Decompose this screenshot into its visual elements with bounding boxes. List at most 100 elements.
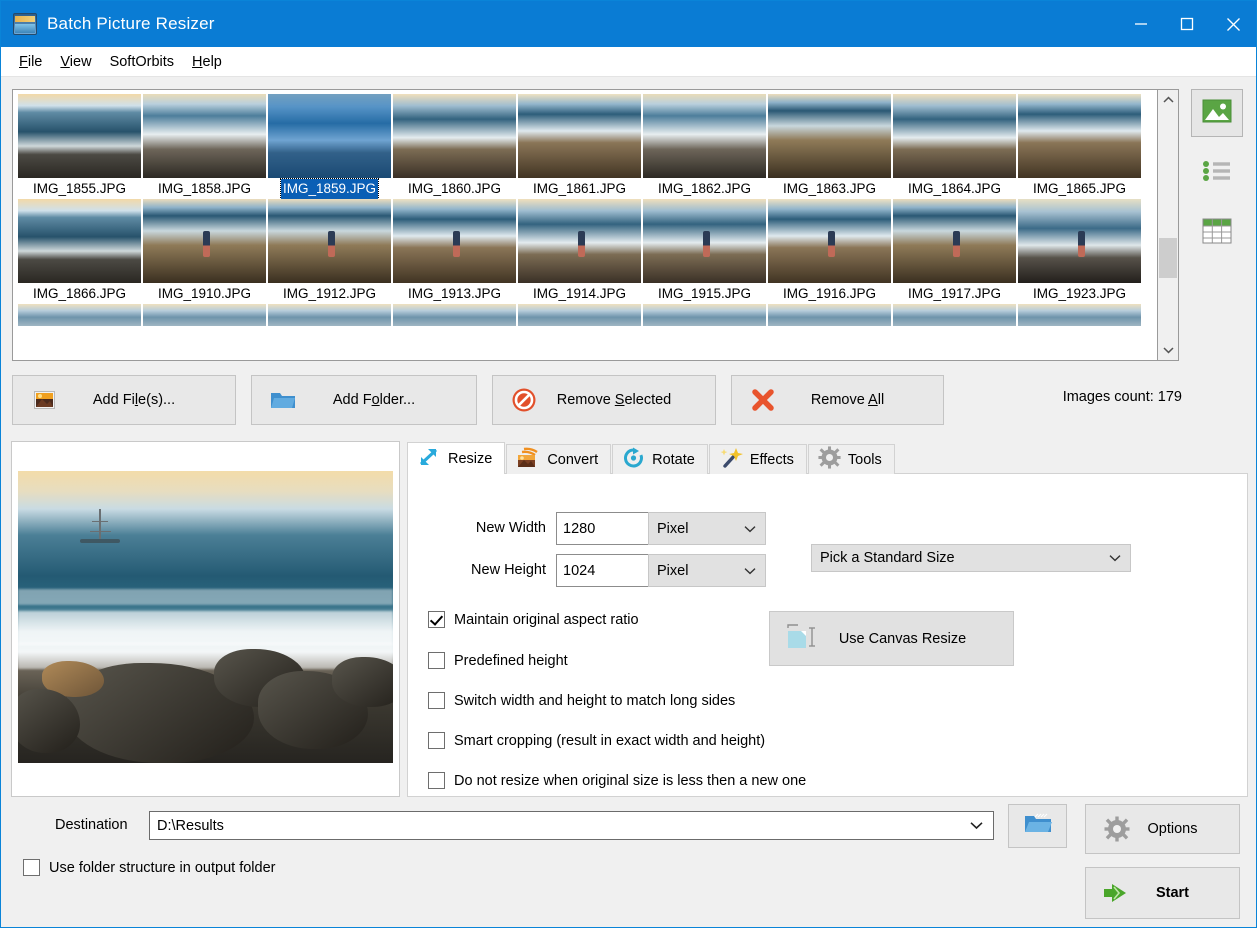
thumbnail-filename: IMG_1917.JPG: [892, 284, 1017, 304]
scroll-up-button[interactable]: [1158, 90, 1178, 110]
scroll-down-button[interactable]: [1158, 340, 1178, 360]
thumbnail-item[interactable]: [142, 304, 267, 326]
thumbnail-item[interactable]: [767, 304, 892, 326]
thumbnail-item[interactable]: [1017, 304, 1142, 326]
resize-option-checkbox[interactable]: [428, 772, 445, 789]
thumbnail-item[interactable]: IMG_1862.JPG: [642, 94, 767, 199]
resize-option-row[interactable]: Predefined height: [428, 652, 568, 669]
thumbnail-image: [1018, 94, 1141, 178]
resize-option-row[interactable]: Do not resize when original size is less…: [428, 772, 806, 789]
thumbnail-item[interactable]: IMG_1914.JPG: [517, 199, 642, 304]
thumbnail-item[interactable]: IMG_1917.JPG: [892, 199, 1017, 304]
gear-icon: [818, 446, 841, 473]
thumbnail-image: [18, 304, 141, 326]
resize-option-checkbox[interactable]: [428, 732, 445, 749]
thumbnail-item[interactable]: IMG_1923.JPG: [1017, 199, 1142, 304]
thumbnail-image: [643, 94, 766, 178]
new-width-unit-select[interactable]: Pixel: [648, 512, 766, 545]
sailboat-icon: [88, 509, 114, 543]
standard-size-select[interactable]: Pick a Standard Size: [811, 544, 1131, 572]
maximize-button[interactable]: [1164, 1, 1210, 47]
thumbnail-item[interactable]: IMG_1913.JPG: [392, 199, 517, 304]
thumbnail-panel: IMG_1855.JPGIMG_1858.JPGIMG_1859.JPGIMG_…: [12, 89, 1179, 361]
tab-resize[interactable]: Resize: [407, 442, 505, 474]
thumbnail-scrollbar[interactable]: [1157, 89, 1179, 361]
thumbnail-item[interactable]: IMG_1864.JPG: [892, 94, 1017, 199]
new-width-label: New Width: [446, 520, 546, 536]
gear-icon: [1100, 816, 1134, 842]
tab-convert[interactable]: Convert: [506, 444, 611, 474]
thumbnail-filename: IMG_1923.JPG: [1017, 284, 1142, 304]
thumbnail-image: [893, 94, 1016, 178]
thumbnail-item[interactable]: [517, 304, 642, 326]
thumbnail-item[interactable]: [642, 304, 767, 326]
new-height-input[interactable]: [556, 554, 656, 587]
thumbnail-filename: IMG_1866.JPG: [17, 284, 142, 304]
thumbnail-list[interactable]: IMG_1855.JPGIMG_1858.JPGIMG_1859.JPGIMG_…: [12, 89, 1157, 361]
view-mode-details[interactable]: [1191, 209, 1243, 257]
close-button[interactable]: [1210, 1, 1256, 47]
resize-option-checkbox[interactable]: [428, 652, 445, 669]
options-button[interactable]: Options: [1085, 804, 1240, 854]
thumbnail-item[interactable]: IMG_1863.JPG: [767, 94, 892, 199]
use-canvas-resize-button[interactable]: Use Canvas Resize: [769, 611, 1014, 666]
thumbnail-item[interactable]: IMG_1861.JPG: [517, 94, 642, 199]
remove-all-button[interactable]: Remove All: [731, 375, 944, 425]
tab-label: Rotate: [652, 452, 695, 468]
thumbnail-item[interactable]: [267, 304, 392, 326]
new-width-input[interactable]: [556, 512, 656, 545]
thumbnail-item[interactable]: IMG_1865.JPG: [1017, 94, 1142, 199]
thumbnail-item[interactable]: [892, 304, 1017, 326]
thumbnail-image: [393, 199, 516, 283]
new-height-unit-select[interactable]: Pixel: [648, 554, 766, 587]
use-folder-structure-checkbox-row[interactable]: Use folder structure in output folder: [23, 859, 275, 876]
thumbnail-filename: IMG_1916.JPG: [767, 284, 892, 304]
resize-option-row[interactable]: Maintain original aspect ratio: [428, 611, 639, 628]
menu-view[interactable]: View: [52, 51, 99, 73]
thumbnail-filename: IMG_1865.JPG: [1017, 179, 1142, 199]
view-mode-thumbnails[interactable]: [1191, 89, 1243, 137]
resize-option-row[interactable]: Smart cropping (result in exact width an…: [428, 732, 765, 749]
menu-view-label-rest: iew: [70, 54, 92, 70]
add-files-button[interactable]: Add File(s)...: [12, 375, 236, 425]
thumbnail-item[interactable]: IMG_1859.JPG: [267, 94, 392, 199]
thumbnail-image: [268, 304, 391, 326]
thumbnail-item[interactable]: IMG_1866.JPG: [17, 199, 142, 304]
thumbnail-item[interactable]: IMG_1860.JPG: [392, 94, 517, 199]
green-arrow-icon: [1100, 881, 1134, 905]
thumbnail-item[interactable]: [392, 304, 517, 326]
resize-option-row[interactable]: Switch width and height to match long si…: [428, 692, 735, 709]
remove-selected-button[interactable]: Remove Selected: [492, 375, 716, 425]
tab-tools[interactable]: Tools: [808, 444, 895, 474]
thumbnail-row-partial: [17, 304, 1157, 326]
tab-effects[interactable]: Effects: [709, 444, 807, 474]
browse-destination-button[interactable]: [1008, 804, 1067, 848]
resize-option-checkbox[interactable]: [428, 692, 445, 709]
thumbnail-image: [643, 199, 766, 283]
destination-select[interactable]: D:\Results: [149, 811, 994, 840]
thumbnail-row: IMG_1866.JPGIMG_1910.JPGIMG_1912.JPGIMG_…: [17, 199, 1157, 304]
use-folder-structure-checkbox[interactable]: [23, 859, 40, 876]
resize-option-checkbox[interactable]: [428, 611, 445, 628]
forbidden-icon: [507, 387, 541, 413]
tab-rotate[interactable]: Rotate: [612, 444, 708, 474]
scrollbar-thumb[interactable]: [1159, 238, 1177, 278]
thumbnail-item[interactable]: IMG_1912.JPG: [267, 199, 392, 304]
view-mode-list[interactable]: [1191, 149, 1243, 197]
minimize-button[interactable]: [1118, 1, 1164, 47]
menu-help[interactable]: Help: [184, 51, 230, 73]
thumbnail-item[interactable]: IMG_1855.JPG: [17, 94, 142, 199]
start-button[interactable]: Start: [1085, 867, 1240, 919]
thumbnail-image: [143, 304, 266, 326]
menu-file[interactable]: File: [11, 51, 50, 73]
thumbnail-item[interactable]: IMG_1910.JPG: [142, 199, 267, 304]
tab-strip: ResizeConvert Rotate EffectsTools: [407, 442, 1248, 474]
thumbnail-item[interactable]: IMG_1858.JPG: [142, 94, 267, 199]
destination-value: D:\Results: [157, 818, 224, 834]
thumbnail-item[interactable]: [17, 304, 142, 326]
menu-softorbits[interactable]: SoftOrbits: [102, 51, 182, 73]
thumbnail-item[interactable]: IMG_1916.JPG: [767, 199, 892, 304]
add-folder-button[interactable]: Add Folder...: [251, 375, 477, 425]
thumbnail-image: [18, 94, 141, 178]
thumbnail-item[interactable]: IMG_1915.JPG: [642, 199, 767, 304]
